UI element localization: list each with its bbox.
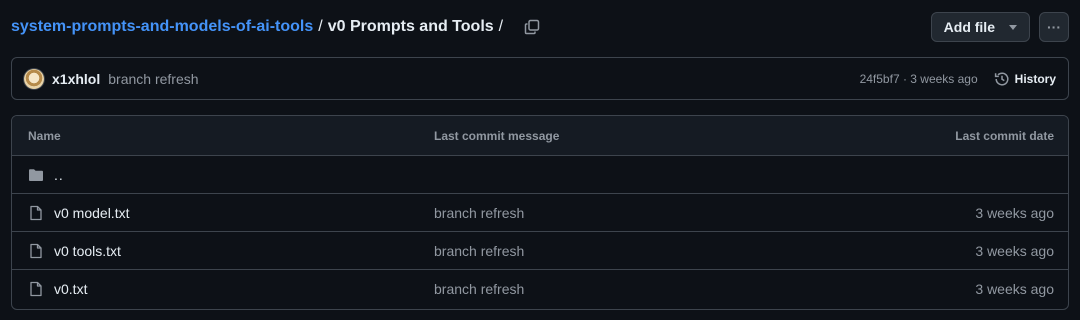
breadcrumb: system-prompts-and-models-of-ai-tools / …: [11, 18, 508, 36]
commit-date: 3 weeks ago: [975, 204, 1054, 221]
breadcrumb-current-folder: v0 Prompts and Tools: [327, 18, 494, 35]
commit-date: 3 weeks ago: [975, 281, 1054, 297]
commit-date: 3 weeks ago: [975, 242, 1054, 259]
latest-commit-bar: x1xhlol branch refresh 24f5bf7 · 3 weeks…: [11, 57, 1069, 100]
file-name-cell: v0 model.txt: [12, 205, 434, 221]
column-header-date: Last commit date: [955, 128, 1054, 143]
add-file-label: Add file: [943, 19, 995, 35]
history-button[interactable]: History: [994, 71, 1056, 87]
commit-message-link[interactable]: branch refresh: [434, 243, 828, 259]
commit-sha-and-time[interactable]: 24f5bf7 · 3 weeks ago: [860, 72, 978, 86]
add-file-button[interactable]: Add file: [930, 12, 1030, 42]
top-bar: system-prompts-and-models-of-ai-tools / …: [11, 11, 1069, 43]
commit-message-link[interactable]: branch refresh: [434, 281, 828, 297]
file-name-link[interactable]: v0 tools.txt: [54, 243, 121, 259]
breadcrumb-separator: /: [318, 18, 323, 35]
commit-message[interactable]: branch refresh: [108, 71, 198, 87]
caret-down-icon: [1009, 24, 1017, 30]
file-name-cell: v0.txt: [12, 281, 434, 297]
table-header: Name Last commit message Last commit dat…: [12, 116, 1068, 156]
table-row[interactable]: v0.txt branch refresh 3 weeks ago: [12, 270, 1068, 308]
file-name-cell: v0 tools.txt: [12, 243, 434, 259]
file-name-link[interactable]: v0.txt: [54, 281, 87, 297]
column-header-name: Name: [28, 128, 61, 143]
table-row[interactable]: v0 tools.txt branch refresh 3 weeks ago: [12, 232, 1068, 270]
history-icon: [994, 71, 1009, 85]
avatar[interactable]: [24, 68, 44, 89]
file-icon: [28, 243, 44, 259]
copy-icon: [524, 19, 540, 35]
kebab-horizontal-icon: ···: [1047, 19, 1061, 35]
commit-author[interactable]: x1xhlol: [52, 71, 100, 87]
parent-directory-cell: ..: [12, 167, 434, 183]
breadcrumb-trailing-separator: /: [498, 18, 504, 35]
history-label: History: [1014, 71, 1056, 86]
parent-directory-link[interactable]: ..: [54, 167, 64, 183]
file-icon: [28, 205, 44, 221]
parent-directory-row[interactable]: ..: [12, 156, 1068, 194]
more-options-button[interactable]: ···: [1039, 12, 1069, 42]
file-name-link[interactable]: v0 model.txt: [54, 205, 129, 221]
folder-icon: [28, 167, 44, 183]
column-header-message: Last commit message: [434, 128, 560, 143]
table-row[interactable]: v0 model.txt branch refresh 3 weeks ago: [12, 194, 1068, 232]
file-icon: [28, 281, 44, 297]
breadcrumb-repo-link[interactable]: system-prompts-and-models-of-ai-tools: [11, 18, 313, 36]
file-table: Name Last commit message Last commit dat…: [11, 115, 1069, 310]
copy-path-button[interactable]: [521, 16, 543, 38]
commit-message-link[interactable]: branch refresh: [434, 205, 828, 221]
